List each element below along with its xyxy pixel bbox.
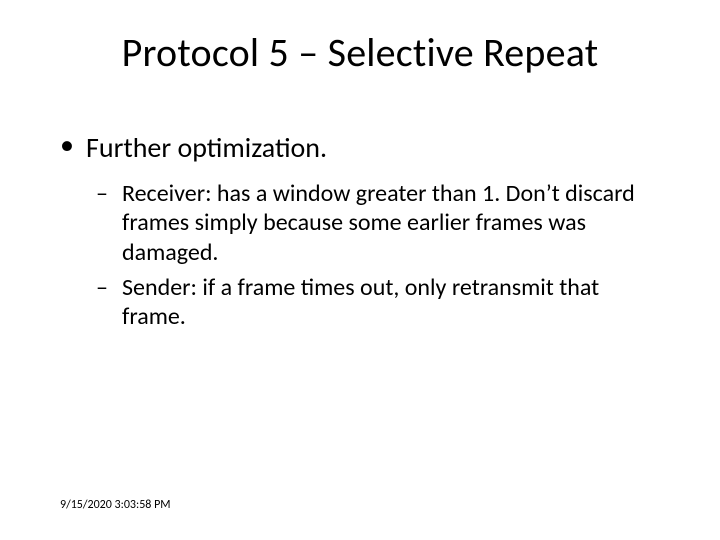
bullet-text: Receiver: has a window greater than 1. D… xyxy=(122,179,635,267)
dash-marker: – xyxy=(96,273,108,302)
slide: Protocol 5 – Selective Repeat • Further … xyxy=(0,0,720,540)
bullet-level1: • Further optimization. xyxy=(60,130,660,165)
slide-body: • Further optimization. – Receiver: has … xyxy=(60,130,660,337)
bullet-text: Further optimization. xyxy=(86,130,327,165)
dash-marker: – xyxy=(96,179,108,208)
footer-timestamp: 9/15/2020 3:03:58 PM xyxy=(60,498,171,512)
bullet-level2: – Sender: if a frame times out, only ret… xyxy=(96,273,660,332)
bullet-marker: • xyxy=(60,130,74,161)
slide-title: Protocol 5 – Selective Repeat xyxy=(0,28,720,77)
bullet-text: Sender: if a frame times out, only retra… xyxy=(122,273,599,331)
bullet-level2: – Receiver: has a window greater than 1.… xyxy=(96,179,660,267)
